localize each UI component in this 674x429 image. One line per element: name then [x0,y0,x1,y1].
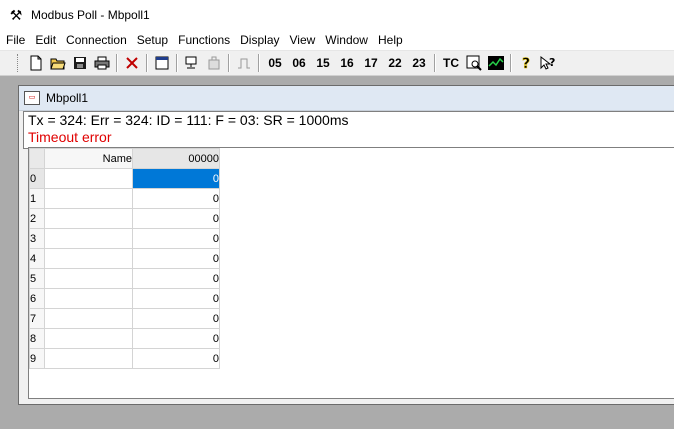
row-index[interactable]: 1 [29,188,45,209]
printer-icon[interactable] [91,54,113,72]
row-index[interactable]: 4 [29,248,45,269]
row-index[interactable]: 6 [29,288,45,309]
menu-help[interactable]: Help [373,30,408,50]
window-titlebar: ⚒ Modbus Poll - Mbpoll1 [0,0,674,30]
toolbar-grip[interactable] [17,54,21,72]
name-cell[interactable] [44,288,133,309]
menu-display[interactable]: Display [235,30,284,50]
context-help-icon[interactable]: ? [537,54,559,72]
value-cell[interactable]: 0 [132,288,220,309]
help-icon[interactable]: ? [515,54,537,72]
save-disk-icon[interactable] [69,54,91,72]
svg-text:?: ? [522,56,530,71]
status-panel: Tx = 324: Err = 324: ID = 111: F = 03: S… [23,111,674,149]
connect-icon[interactable] [181,54,203,72]
table-row: 4 0 [29,248,220,269]
toolbar-separator [434,54,436,72]
value-cell[interactable]: 0 [132,328,220,349]
name-cell[interactable] [44,268,133,289]
function-code-22-button[interactable]: 22 [383,54,407,72]
function-code-15-button[interactable]: 15 [311,54,335,72]
child-titlebar[interactable]: ▭ Mbpoll1 [19,86,674,111]
menu-setup[interactable]: Setup [132,30,173,50]
menu-connection[interactable]: Connection [61,30,132,50]
row-index[interactable]: 9 [29,348,45,369]
modbus-app-icon[interactable]: ⚒ [8,7,24,23]
row-index[interactable]: 0 [29,168,45,189]
monitor-icon[interactable] [463,54,485,72]
grid-header-row: Name 00000 [29,148,220,169]
table-row: 2 0 [29,208,220,229]
toolbar: 05 06 15 16 17 22 23 TC ? ? [0,51,674,76]
value-cell[interactable]: 0 [132,248,220,269]
window-title: Modbus Poll - Mbpoll1 [31,8,150,22]
function-code-23-button[interactable]: 23 [407,54,431,72]
new-document-icon[interactable] [25,54,47,72]
table-row: 1 0 [29,188,220,209]
name-cell[interactable] [44,188,133,209]
row-index[interactable]: 3 [29,228,45,249]
menu-bar: File Edit Connection Setup Functions Dis… [0,30,674,51]
table-row: 8 0 [29,328,220,349]
value-cell[interactable]: 0 [132,308,220,329]
name-cell[interactable] [44,168,133,189]
name-cell[interactable] [44,328,133,349]
toolbar-separator [116,54,118,72]
menu-file[interactable]: File [0,30,30,50]
window-icon[interactable] [151,54,173,72]
document-icon[interactable]: ▭ [24,91,40,105]
table-row: 6 0 [29,288,220,309]
svg-text:?: ? [549,56,555,69]
row-index[interactable]: 5 [29,268,45,289]
child-title: Mbpoll1 [46,91,89,105]
register-grid[interactable]: Name 00000 0 0 1 0 2 0 3 0 4 0 5 0 6 0 7… [28,147,674,399]
menu-edit[interactable]: Edit [30,30,61,50]
table-row: 0 0 [29,168,220,189]
table-row: 9 0 [29,348,220,369]
menu-functions[interactable]: Functions [173,30,235,50]
register-table: Name 00000 0 0 1 0 2 0 3 0 4 0 5 0 6 0 7… [29,148,220,369]
mbpoll-child-window[interactable]: ▭ Mbpoll1 Tx = 324: Err = 324: ID = 111:… [18,85,674,405]
value-cell[interactable]: 0 [132,208,220,229]
grid-corner-cell[interactable] [29,148,45,169]
traffic-capture-button[interactable]: TC [439,54,463,72]
menu-view[interactable]: View [285,30,321,50]
row-index[interactable]: 8 [29,328,45,349]
table-row: 3 0 [29,228,220,249]
value-cell[interactable]: 0 [132,268,220,289]
function-code-05-button[interactable]: 05 [263,54,287,72]
menu-window[interactable]: Window [320,30,373,50]
toolbar-separator [176,54,178,72]
value-cell[interactable]: 0 [132,168,220,189]
open-folder-icon[interactable] [47,54,69,72]
table-row: 5 0 [29,268,220,289]
name-cell[interactable] [44,348,133,369]
name-cell[interactable] [44,248,133,269]
mdi-client-area: ▭ Mbpoll1 Tx = 324: Err = 324: ID = 111:… [0,76,674,429]
chart-icon[interactable] [485,54,507,72]
status-line: Tx = 324: Err = 324: ID = 111: F = 03: S… [28,112,349,128]
value-cell[interactable]: 0 [132,228,220,249]
table-row: 7 0 [29,308,220,329]
name-cell[interactable] [44,308,133,329]
disconnect-icon[interactable] [203,54,225,72]
toolbar-separator [258,54,260,72]
value-cell[interactable]: 0 [132,348,220,369]
toolbar-separator [146,54,148,72]
row-index[interactable]: 7 [29,308,45,329]
name-column-header[interactable]: Name [44,148,133,169]
address-column-header[interactable]: 00000 [132,148,220,169]
name-cell[interactable] [44,208,133,229]
row-index[interactable]: 2 [29,208,45,229]
error-message: Timeout error [28,129,112,145]
name-cell[interactable] [44,228,133,249]
function-code-17-button[interactable]: 17 [359,54,383,72]
pulse-icon[interactable] [233,54,255,72]
value-cell[interactable]: 0 [132,188,220,209]
toolbar-separator [228,54,230,72]
function-code-16-button[interactable]: 16 [335,54,359,72]
close-x-icon[interactable] [121,54,143,72]
function-code-06-button[interactable]: 06 [287,54,311,72]
toolbar-separator [510,54,512,72]
